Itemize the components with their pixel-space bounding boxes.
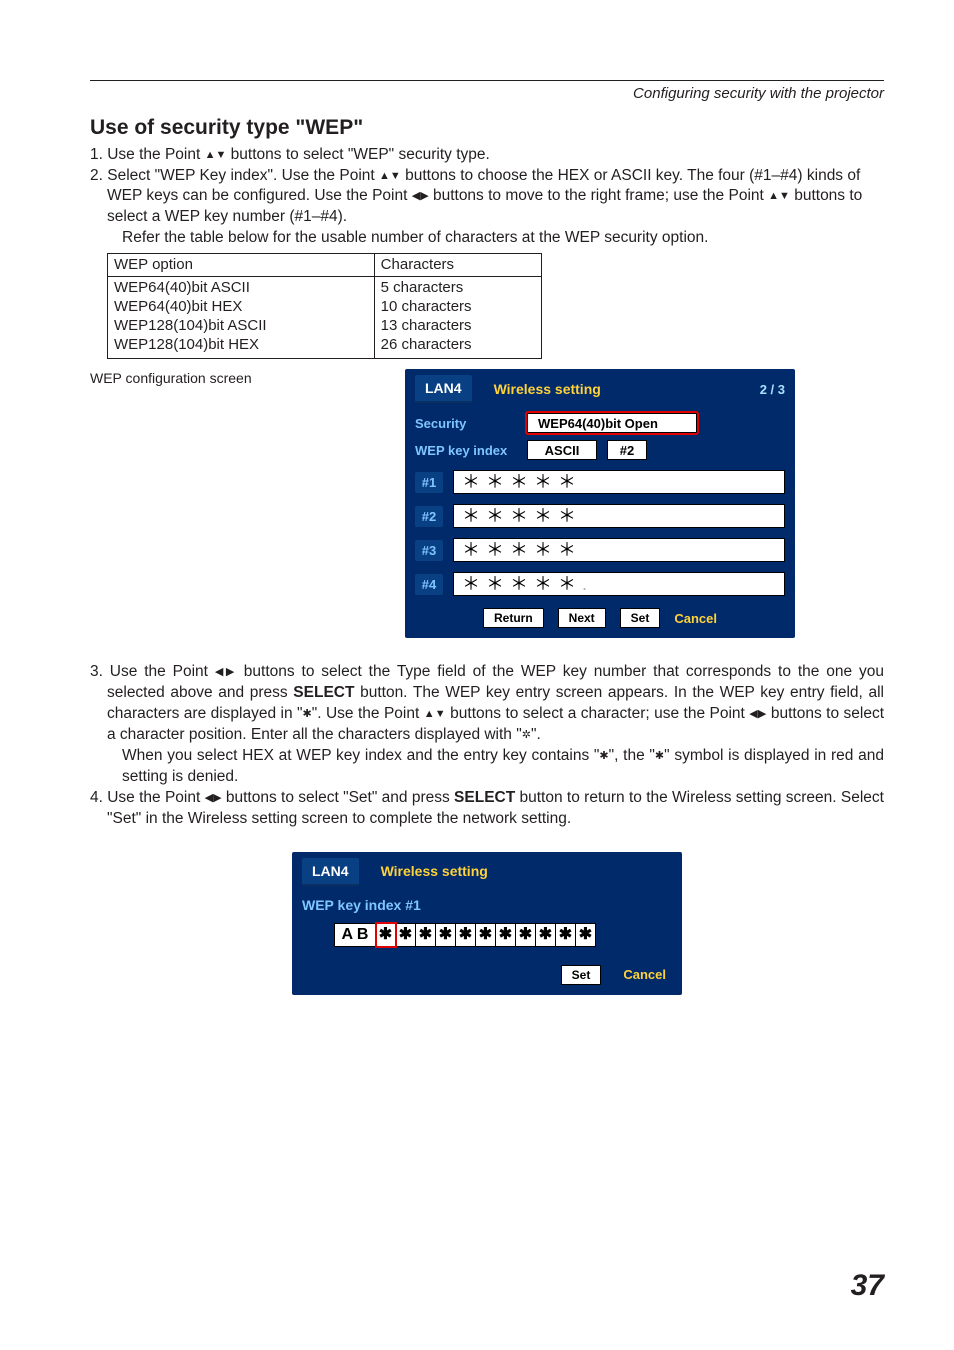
triangle-down-icon	[435, 705, 446, 722]
wep-key-row: #2 ＊＊＊＊＊	[415, 504, 785, 528]
triangle-down-icon	[390, 167, 401, 184]
key-badge: #3	[415, 540, 443, 562]
next-button: Next	[558, 608, 606, 628]
key-badge: #1	[415, 472, 443, 494]
running-head: Configuring security with the projector	[90, 84, 884, 104]
wep-entry-row: A B ✱ ✱ ✱ ✱ ✱ ✱ ✱ ✱ ✱ ✱ ✱	[334, 923, 672, 947]
step-3-note: When you select HEX at WEP key index and…	[90, 746, 884, 788]
asterisk-icon	[303, 705, 312, 722]
table-row: WEP64(40)bit ASCII WEP64(40)bit HEX WEP1…	[108, 277, 542, 359]
asterisk-icon	[655, 747, 664, 764]
entry-prefix-field: A B	[334, 923, 376, 947]
wep-key-row: #4 ＊＊＊＊＊.	[415, 572, 785, 596]
step-1: 1. Use the Point buttons to select "WEP"…	[90, 145, 884, 166]
section-title: Use of security type "WEP"	[90, 114, 884, 142]
key-field: ＊＊＊＊＊	[453, 538, 785, 562]
select-keyword: SELECT	[454, 789, 515, 806]
triangle-right-icon	[226, 663, 237, 680]
entry-cell: ✱	[396, 923, 416, 947]
triangle-left-icon	[205, 789, 213, 806]
key-badge: #2	[415, 506, 443, 528]
table-row: WEP option Characters	[108, 254, 542, 277]
wep-key-index-label: WEP key index	[415, 442, 517, 460]
key-field: ＊＊＊＊＊.	[453, 572, 785, 596]
figure-1-row: WEP configuration screen LAN4 Wireless s…	[90, 369, 884, 638]
entry-cell: ✱	[456, 923, 476, 947]
triangle-up-icon	[379, 167, 390, 184]
triangle-up-icon	[424, 705, 435, 722]
entry-cell: ✱	[376, 923, 396, 947]
set-button: Set	[620, 608, 661, 628]
entry-cell: ✱	[516, 923, 536, 947]
entry-cell: ✱	[476, 923, 496, 947]
key-field: ＊＊＊＊＊	[453, 504, 785, 528]
triangle-right-icon	[420, 187, 428, 204]
triangle-left-icon	[215, 663, 226, 680]
lan-tab: LAN4	[302, 858, 359, 886]
triangle-down-icon	[215, 146, 226, 163]
entry-cell: ✱	[496, 923, 516, 947]
wep-key-row: #1 ＊＊＊＊＊	[415, 470, 785, 494]
table-header-option: WEP option	[108, 254, 375, 277]
select-keyword: SELECT	[293, 684, 354, 701]
osd-title: Wireless setting	[381, 862, 488, 881]
step-2: 2. Select "WEP Key index". Use the Point…	[90, 166, 884, 229]
hollow-asterisk-icon	[522, 726, 531, 743]
step-4: 4. Use the Point buttons to select "Set"…	[90, 788, 884, 830]
security-label: Security	[415, 415, 517, 433]
top-rule	[90, 80, 884, 81]
key-badge: #4	[415, 574, 443, 596]
wep-characters-table: WEP option Characters WEP64(40)bit ASCII…	[107, 253, 542, 359]
triangle-right-icon	[213, 789, 221, 806]
entry-cell: ✱	[436, 923, 456, 947]
osd-wep-config-screen: LAN4 Wireless setting 2 / 3 Security WEP…	[405, 369, 795, 638]
triangle-left-icon	[412, 187, 420, 204]
entry-cell: ✱	[576, 923, 596, 947]
triangle-left-icon	[749, 705, 758, 722]
return-button: Return	[483, 608, 544, 628]
figure-1-caption: WEP configuration screen	[90, 370, 252, 386]
figure-2-row: LAN4 Wireless setting WEP key index #1 A…	[90, 852, 884, 995]
set-button: Set	[561, 965, 602, 985]
triangle-right-icon	[758, 705, 767, 722]
cancel-label: Cancel	[674, 610, 717, 628]
wep-key-number-field: #2	[607, 440, 647, 460]
triangle-up-icon	[768, 187, 779, 204]
security-field: WEP64(40)bit Open	[527, 413, 697, 433]
triangle-down-icon	[779, 187, 790, 204]
entry-cell: ✱	[536, 923, 556, 947]
lan-tab: LAN4	[415, 375, 472, 403]
asterisk-icon	[599, 747, 608, 764]
wep-key-mode-field: ASCII	[527, 440, 597, 460]
key-field: ＊＊＊＊＊	[453, 470, 785, 494]
wep-key-row: #3 ＊＊＊＊＊	[415, 538, 785, 562]
osd-page-indicator: 2 / 3	[760, 381, 785, 399]
osd-title: Wireless setting	[494, 380, 601, 399]
triangle-up-icon	[205, 146, 216, 163]
page-number: 37	[851, 1266, 884, 1307]
osd-wep-entry-screen: LAN4 Wireless setting WEP key index #1 A…	[292, 852, 682, 995]
wep-key-index-label: WEP key index #1	[302, 896, 672, 915]
step-2-note: Refer the table below for the usable num…	[90, 228, 884, 249]
table-header-chars: Characters	[374, 254, 541, 277]
step-3: 3. Use the Point buttons to select the T…	[90, 662, 884, 746]
entry-cell: ✱	[416, 923, 436, 947]
cancel-label: Cancel	[623, 966, 666, 984]
entry-cell: ✱	[556, 923, 576, 947]
